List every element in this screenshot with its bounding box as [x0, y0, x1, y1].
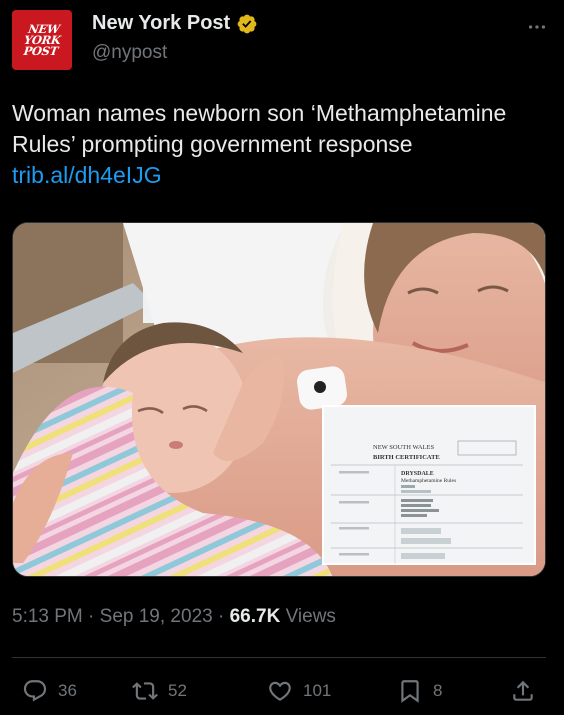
- more-options-icon[interactable]: [526, 16, 548, 38]
- handle[interactable]: @nypost: [92, 42, 167, 64]
- certificate-title: BIRTH CERTIFICATE: [373, 454, 440, 461]
- photo-illustration: NEW SOUTH WALES BIRTH CERTIFICATE DRYSDA…: [13, 223, 545, 576]
- birth-certificate-inset: NEW SOUTH WALES BIRTH CERTIFICATE DRYSDA…: [322, 405, 536, 565]
- tweet-link[interactable]: trib.al/dh4eIJG: [12, 162, 162, 188]
- repost-icon: [132, 682, 158, 700]
- reply-button[interactable]: 36: [22, 678, 77, 704]
- certificate-given-names: Methamphetamine Rules: [401, 478, 456, 484]
- tweet-body: Woman names newborn son ‘Methamphetamine…: [12, 100, 507, 157]
- reply-count: 36: [58, 681, 77, 700]
- display-name[interactable]: New York Post: [92, 12, 230, 35]
- share-icon: [513, 680, 533, 701]
- tweet-text: Woman names newborn son ‘Methamphetamine…: [12, 98, 552, 191]
- like-count: 101: [303, 681, 332, 700]
- certificate-state: NEW SOUTH WALES: [373, 444, 435, 451]
- views-label: Views: [280, 606, 336, 627]
- divider: [12, 657, 546, 658]
- action-bar: 36 52 101 8: [22, 678, 542, 708]
- tweet-photo[interactable]: NEW SOUTH WALES BIRTH CERTIFICATE DRYSDA…: [12, 222, 546, 577]
- bookmark-count: 8: [433, 681, 443, 700]
- avatar[interactable]: NEW YORK POST: [12, 10, 72, 70]
- reply-icon: [23, 680, 47, 702]
- bookmark-button[interactable]: 8: [397, 678, 442, 704]
- nypost-logo: NEW YORK POST: [22, 21, 62, 58]
- tweet-metadata: 5:13 PM · Sep 19, 2023 · 66.7K Views: [12, 606, 336, 628]
- certificate-surname: DRYSDALE: [401, 471, 434, 477]
- meta-separator: ·: [82, 606, 100, 627]
- tweet-date[interactable]: Sep 19, 2023: [100, 606, 213, 627]
- tweet-header: NEW YORK POST New York Post @nypost: [12, 10, 552, 70]
- views-count: 66.7K: [229, 606, 281, 627]
- share-button[interactable]: [510, 678, 536, 704]
- verified-badge-icon: [237, 14, 257, 33]
- heart-icon: [269, 681, 291, 701]
- repost-button[interactable]: 52: [132, 678, 187, 704]
- repost-count: 52: [168, 681, 187, 700]
- name-row: New York Post: [92, 12, 258, 35]
- tweet-time[interactable]: 5:13 PM: [12, 606, 83, 627]
- like-button[interactable]: 101: [267, 678, 331, 704]
- meta-separator-2: ·: [212, 606, 230, 627]
- bookmark-icon: [401, 680, 419, 703]
